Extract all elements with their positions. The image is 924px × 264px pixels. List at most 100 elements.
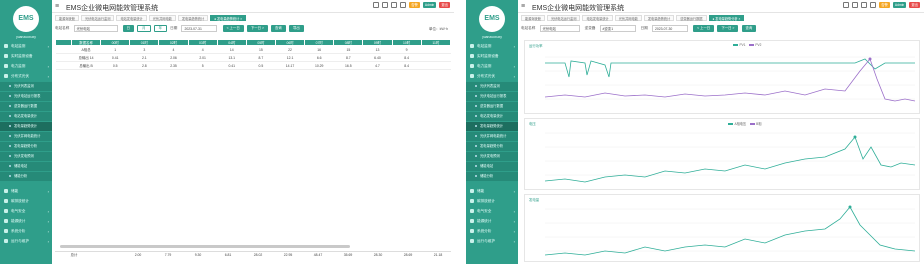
tab[interactable]: 光伏电站运行监测 [546,15,581,21]
sidebar-subitem[interactable]: 光伏并网电能统计 [0,132,52,141]
table-cell: 6.6 [304,53,334,62]
table-cell: 14 [217,45,247,54]
sidebar-subitem[interactable]: 电站发电量统计 [0,112,52,121]
sidebar-subitem[interactable]: 发电量趋势分析 [0,142,52,151]
menu-toggle-icon[interactable]: ≡ [521,3,525,10]
logout-badge[interactable]: 退出 [439,2,450,8]
sidebar-item[interactable]: 能源统计 › [0,217,52,226]
sidebar-subitem[interactable]: 储能分析 [466,172,518,181]
sidebar-subitem[interactable]: 光伏发电预测 [0,152,52,161]
sidebar-subitem[interactable]: 光伏列表监测 [0,82,52,91]
bell-icon[interactable] [390,2,397,8]
sidebar-item[interactable]: 系统分析 › [0,227,52,236]
table-row[interactable]: A相总 1 3 4 4 14 15 22 16 15 13 9 [55,45,451,54]
energy-chart: 发电量 [524,194,920,262]
device-select[interactable]: #逆变1 [599,25,636,32]
user-badge[interactable]: Admin [892,2,907,8]
sidebar-item[interactable]: 运行与维护 › [0,237,52,246]
tab[interactable]: 能源驾驶舱 [55,15,79,21]
fullscreen-icon[interactable] [381,2,388,8]
fullscreen-icon[interactable] [851,2,858,8]
station-select[interactable]: 光伏电站 [539,25,580,32]
menu-icon [4,229,8,234]
tab[interactable]: 电站发电量统计 [116,15,147,21]
next-day-button[interactable]: 下一日 > [717,25,739,32]
sidebar-subitem-label: 储能电站 [14,164,28,168]
next-day-button[interactable]: 下一日 > [246,25,268,32]
period-year-button[interactable]: 年 [153,25,168,32]
search-icon[interactable] [372,2,379,8]
sidebar-item[interactable]: 实时监测设备 [0,52,52,61]
sidebar-item[interactable]: 储能 › [466,187,518,196]
voltage-chart: 电压 A相电压 B相 [524,118,920,190]
prev-day-button[interactable]: < 上一日 [693,25,715,32]
tab[interactable]: 逆变器运行数据 [676,15,707,21]
prev-day-button[interactable]: < 上一日 [222,25,244,32]
sidebar-subitem[interactable]: 逆变器运行数据 [0,102,52,111]
date-input[interactable]: 2023-07-30 [651,25,688,32]
period-month-button[interactable]: 月 [137,25,151,32]
sidebar-item-label: 电气安全 [477,209,492,213]
sidebar-subitem[interactable]: 发电量趋势统计 [0,122,52,131]
query-button[interactable]: 查询 [741,25,757,32]
tab[interactable]: 光伏并网电能 [148,15,176,21]
sidebar-subitem[interactable]: 光伏并网电能统计 [466,132,518,141]
table-cell: 16.5 [333,61,363,70]
query-button[interactable]: 查询 [271,25,286,32]
sidebar-item[interactable]: 储能 › [0,187,52,196]
bell-icon[interactable] [860,2,867,8]
sidebar-item[interactable]: 电气安全 › [466,207,518,216]
user-badge[interactable]: Admin [422,2,437,8]
sidebar-item[interactable]: 碳排放统计 [466,197,518,206]
sidebar-subitem[interactable]: 光伏发电预测 [466,152,518,161]
menu-toggle-icon[interactable]: ≡ [55,3,59,10]
sidebar-item[interactable]: 电站监测 › [0,42,52,51]
sidebar-item[interactable]: 实时监测设备 [466,52,518,61]
table-cell: 2.1 [129,53,159,62]
sidebar-item[interactable]: 碳排放统计 [0,197,52,206]
horizontal-scrollbar[interactable] [60,245,350,248]
table-row[interactable]: 总输出 B 0.5 2.8 2.35 5 0.41 0.5 14.17 10.29 16.5 4.7… [55,61,451,70]
sidebar-subitem[interactable]: 储能电站 [466,162,518,171]
sidebar-item[interactable]: 运行与维护 › [466,237,518,246]
sidebar-subitem[interactable]: 光伏电站运行报表 [0,92,52,101]
tab[interactable]: 电站发电量统计 [582,15,613,21]
logout-badge[interactable]: 退出 [909,2,920,8]
sidebar-subitem[interactable]: 发电量趋势分析 [466,142,518,151]
alarm-badge[interactable]: 告警 [409,2,420,8]
sidebar-item[interactable]: 分布式光伏 › [466,72,518,81]
tab[interactable]: 光伏并网电能 [614,15,642,21]
period-day-button[interactable]: 日 [122,25,135,32]
sidebar-item[interactable]: 电力监测 › [466,62,518,71]
tab[interactable]: 能源驾驶舱 [521,15,545,21]
settings-icon[interactable] [870,2,877,8]
table-row[interactable]: 总输出 14 0.41 2.1 2.06 2.01 13.1 8.7 12.1 6.6 8.7 6.… [55,53,451,62]
alarm-badge[interactable]: 告警 [879,2,890,8]
bullet-icon [475,175,477,178]
search-icon[interactable] [842,2,849,8]
sidebar-item[interactable]: 电气安全 › [0,207,52,216]
settings-icon[interactable] [400,2,407,8]
station-select[interactable]: 光伏电站 [73,25,118,32]
sidebar-subitem[interactable]: 电站发电量统计 [466,112,518,121]
sidebar-subitem[interactable]: 储能分析 [0,172,52,181]
tab[interactable]: 发电量趋势统计 [643,15,675,21]
sidebar-subitem[interactable]: 光伏电站运行报表 [466,92,518,101]
sidebar-item[interactable]: 系统分析 › [466,227,518,236]
sidebar-item[interactable]: 电站监测 › [466,42,518,51]
total-cell: 6.81 [224,253,232,257]
export-button[interactable]: 导出 [288,25,304,32]
filter-bar: 电站名称 光伏电站 日 月 年 日期 2023-07-31 < 上一日 下一日 … [55,25,451,37]
sidebar-subitem[interactable]: 逆变器运行数据 [466,102,518,111]
tab[interactable]: 发电量趋势统计 [177,15,209,21]
tab[interactable]: 光伏电站运行监测 [80,15,115,21]
sidebar-subitem[interactable]: 光伏列表监测 [466,82,518,91]
sidebar-item[interactable]: 能源统计 › [466,217,518,226]
date-input[interactable]: 2023-07-31 [181,25,218,32]
sidebar-subitem[interactable]: 发电量趋势统计 [466,122,518,131]
tab[interactable]: ● 发电量趋势分析 × [708,15,745,21]
sidebar-item[interactable]: 分布式光伏 › [0,72,52,81]
sidebar-item[interactable]: 电力监测 › [0,62,52,71]
tab[interactable]: ● 发电量趋势统计 × [210,15,247,21]
sidebar-subitem[interactable]: 储能电站 [0,162,52,171]
